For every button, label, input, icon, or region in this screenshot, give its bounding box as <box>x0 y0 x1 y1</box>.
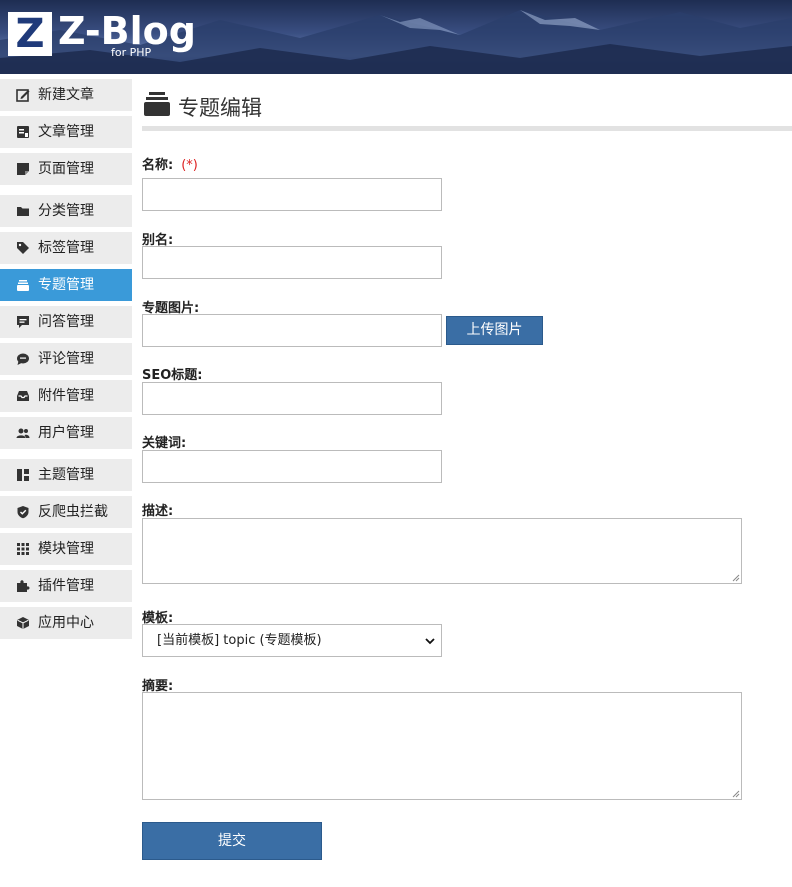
sidebar-item-comment-manage[interactable]: 评论管理 <box>0 343 132 375</box>
stack-icon <box>17 280 29 291</box>
page-title: 专题编辑 <box>178 96 262 120</box>
sidebar-item-label: 模块管理 <box>38 541 94 557</box>
sidebar-item-label: 反爬虫拦截 <box>38 504 108 520</box>
sidebar-item-category-manage[interactable]: 分类管理 <box>0 195 132 227</box>
name-label: 名称: (*) <box>142 158 198 173</box>
keywords-label: 关键词: <box>142 436 187 451</box>
chat-bubble-icon <box>17 316 29 328</box>
logo-tagline: for PHP <box>111 46 152 59</box>
folder-icon <box>17 207 29 216</box>
sidebar-item-label: 页面管理 <box>38 161 94 177</box>
summary-textarea[interactable] <box>142 692 742 800</box>
sidebar-item-page-manage[interactable]: 页面管理 <box>0 153 132 185</box>
sidebar-item-anti-crawler[interactable]: 反爬虫拦截 <box>0 496 132 528</box>
sidebar-item-label: 标签管理 <box>38 240 94 256</box>
resize-grip-icon[interactable] <box>732 790 740 798</box>
seo-title-input[interactable] <box>142 382 442 415</box>
sidebar-item-theme-manage[interactable]: 主题管理 <box>0 459 132 491</box>
puzzle-icon <box>17 580 30 592</box>
sidebar-item-label: 评论管理 <box>38 351 94 367</box>
sidebar-item-attachment-manage[interactable]: 附件管理 <box>0 380 132 412</box>
template-selected-value: [当前模板] topic (专题模板) <box>157 633 322 648</box>
description-label: 描述: <box>142 504 174 519</box>
alias-input[interactable] <box>142 246 442 279</box>
sidebar-item-label: 应用中心 <box>38 615 94 631</box>
sidebar-item-app-center[interactable]: 应用中心 <box>0 607 132 639</box>
sidebar-item-label: 分类管理 <box>38 203 94 219</box>
comment-icon <box>17 353 29 365</box>
required-mark: (*) <box>181 158 198 173</box>
sidebar-item-label: 用户管理 <box>38 425 94 441</box>
box-icon <box>17 617 29 629</box>
logo-mark: Z <box>8 12 52 56</box>
shield-icon <box>17 506 29 519</box>
upload-image-button[interactable]: 上传图片 <box>446 316 543 345</box>
header-banner: Z Z-Blog for PHP <box>0 0 792 74</box>
seo-title-label: SEO标题: <box>142 368 203 383</box>
name-input[interactable] <box>142 178 442 211</box>
sidebar-item-label: 主题管理 <box>38 467 94 483</box>
sidebar-item-topic-manage[interactable]: 专题管理 <box>0 269 132 301</box>
description-textarea[interactable] <box>142 518 742 584</box>
sidebar-item-plugin-manage[interactable]: 插件管理 <box>0 570 132 602</box>
sidebar-item-module-manage[interactable]: 模块管理 <box>0 533 132 565</box>
inbox-icon <box>17 391 29 401</box>
users-icon <box>16 428 30 438</box>
page-icon <box>17 163 29 175</box>
sidebar-item-label: 新建文章 <box>38 87 94 103</box>
template-select[interactable]: [当前模板] topic (专题模板) <box>142 624 442 657</box>
pencil-square-icon <box>16 89 30 102</box>
keywords-input[interactable] <box>142 450 442 483</box>
grid-icon <box>17 543 29 555</box>
sidebar-item-new-article[interactable]: 新建文章 <box>0 79 132 111</box>
sidebar-item-label: 专题管理 <box>38 277 94 293</box>
sidebar-item-label: 问答管理 <box>38 314 94 330</box>
sidebar-item-tag-manage[interactable]: 标签管理 <box>0 232 132 264</box>
tag-icon <box>17 242 29 254</box>
image-url-input[interactable] <box>142 314 442 347</box>
sidebar-item-qa-manage[interactable]: 问答管理 <box>0 306 132 338</box>
resize-grip-icon[interactable] <box>732 574 740 582</box>
sidebar-item-label: 文章管理 <box>38 124 94 140</box>
sidebar-item-label: 插件管理 <box>38 578 94 594</box>
sidebar-item-article-manage[interactable]: 文章管理 <box>0 116 132 148</box>
layout-icon <box>17 469 29 481</box>
submit-button[interactable]: 提交 <box>142 822 322 860</box>
chevron-down-icon <box>425 638 435 645</box>
article-list-icon <box>17 126 29 138</box>
sidebar-item-user-manage[interactable]: 用户管理 <box>0 417 132 449</box>
title-divider <box>142 126 792 131</box>
stack-icon <box>144 92 170 116</box>
sidebar-item-label: 附件管理 <box>38 388 94 404</box>
